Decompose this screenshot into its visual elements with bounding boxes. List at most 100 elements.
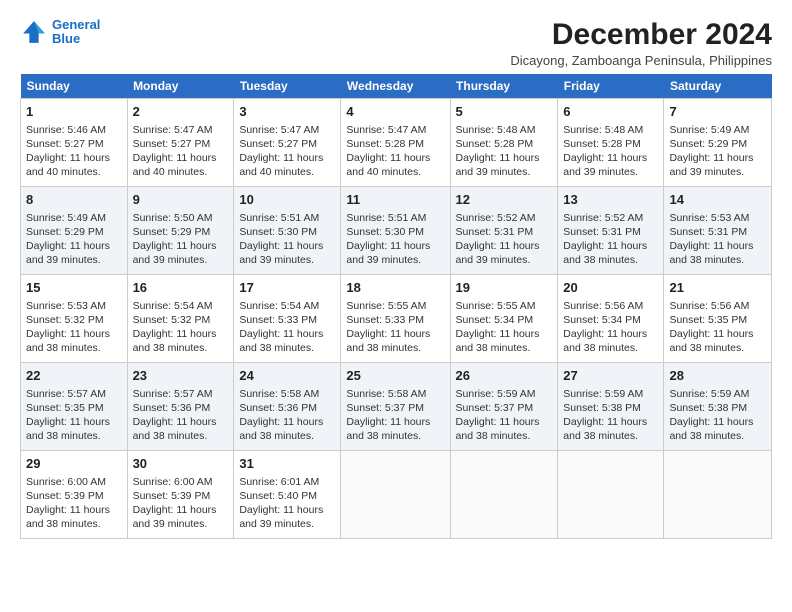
sunrise-label: Sunrise: 5:47 AM xyxy=(239,124,319,136)
table-row: 23 Sunrise: 5:57 AM Sunset: 5:36 PM Dayl… xyxy=(127,363,234,451)
day-number: 31 xyxy=(239,455,335,473)
sunset-label: Sunset: 5:28 PM xyxy=(563,138,641,150)
daylight-label: Daylight: 11 hours and 38 minutes. xyxy=(669,328,753,354)
sunset-label: Sunset: 5:40 PM xyxy=(239,490,317,502)
sunrise-label: Sunrise: 6:00 AM xyxy=(133,476,213,488)
day-number: 11 xyxy=(346,191,444,209)
table-row: 18 Sunrise: 5:55 AM Sunset: 5:33 PM Dayl… xyxy=(341,275,450,363)
table-row: 2 Sunrise: 5:47 AM Sunset: 5:27 PM Dayli… xyxy=(127,99,234,187)
day-number: 4 xyxy=(346,103,444,121)
sunset-label: Sunset: 5:34 PM xyxy=(563,314,641,326)
table-row: 27 Sunrise: 5:59 AM Sunset: 5:38 PM Dayl… xyxy=(558,363,664,451)
table-row: 31 Sunrise: 6:01 AM Sunset: 5:40 PM Dayl… xyxy=(234,451,341,539)
daylight-label: Daylight: 11 hours and 40 minutes. xyxy=(239,152,323,178)
table-row: 21 Sunrise: 5:56 AM Sunset: 5:35 PM Dayl… xyxy=(664,275,772,363)
header-sunday: Sunday xyxy=(21,74,128,99)
sunset-label: Sunset: 5:36 PM xyxy=(239,402,317,414)
day-number: 12 xyxy=(456,191,553,209)
day-number: 20 xyxy=(563,279,658,297)
table-row: 10 Sunrise: 5:51 AM Sunset: 5:30 PM Dayl… xyxy=(234,187,341,275)
location: Dicayong, Zamboanga Peninsula, Philippin… xyxy=(510,53,772,68)
calendar-week-row: 1 Sunrise: 5:46 AM Sunset: 5:27 PM Dayli… xyxy=(21,99,772,187)
table-row: 1 Sunrise: 5:46 AM Sunset: 5:27 PM Dayli… xyxy=(21,99,128,187)
sunrise-label: Sunrise: 5:49 AM xyxy=(669,124,749,136)
daylight-label: Daylight: 11 hours and 39 minutes. xyxy=(669,152,753,178)
month-title: December 2024 xyxy=(510,18,772,51)
day-number: 10 xyxy=(239,191,335,209)
table-row: 9 Sunrise: 5:50 AM Sunset: 5:29 PM Dayli… xyxy=(127,187,234,275)
daylight-label: Daylight: 11 hours and 38 minutes. xyxy=(346,416,430,442)
sunset-label: Sunset: 5:28 PM xyxy=(456,138,534,150)
sunrise-label: Sunrise: 5:57 AM xyxy=(133,388,213,400)
sunrise-label: Sunrise: 5:56 AM xyxy=(563,300,643,312)
sunrise-label: Sunrise: 5:56 AM xyxy=(669,300,749,312)
daylight-label: Daylight: 11 hours and 38 minutes. xyxy=(133,328,217,354)
sunrise-label: Sunrise: 5:46 AM xyxy=(26,124,106,136)
sunset-label: Sunset: 5:33 PM xyxy=(346,314,424,326)
table-row: 19 Sunrise: 5:55 AM Sunset: 5:34 PM Dayl… xyxy=(450,275,558,363)
sunset-label: Sunset: 5:29 PM xyxy=(26,226,104,238)
daylight-label: Daylight: 11 hours and 39 minutes. xyxy=(26,240,110,266)
sunrise-label: Sunrise: 5:48 AM xyxy=(456,124,536,136)
sunrise-label: Sunrise: 5:51 AM xyxy=(239,212,319,224)
table-row: 13 Sunrise: 5:52 AM Sunset: 5:31 PM Dayl… xyxy=(558,187,664,275)
daylight-label: Daylight: 11 hours and 39 minutes. xyxy=(456,240,540,266)
daylight-label: Daylight: 11 hours and 38 minutes. xyxy=(346,328,430,354)
sunrise-label: Sunrise: 6:00 AM xyxy=(26,476,106,488)
table-row: 11 Sunrise: 5:51 AM Sunset: 5:30 PM Dayl… xyxy=(341,187,450,275)
header-monday: Monday xyxy=(127,74,234,99)
sunset-label: Sunset: 5:38 PM xyxy=(563,402,641,414)
sunset-label: Sunset: 5:33 PM xyxy=(239,314,317,326)
logo: General Blue xyxy=(20,18,100,47)
day-number: 26 xyxy=(456,367,553,385)
daylight-label: Daylight: 11 hours and 38 minutes. xyxy=(563,240,647,266)
daylight-label: Daylight: 11 hours and 40 minutes. xyxy=(26,152,110,178)
day-number: 9 xyxy=(133,191,229,209)
daylight-label: Daylight: 11 hours and 38 minutes. xyxy=(26,504,110,530)
table-row: 20 Sunrise: 5:56 AM Sunset: 5:34 PM Dayl… xyxy=(558,275,664,363)
daylight-label: Daylight: 11 hours and 38 minutes. xyxy=(26,416,110,442)
day-number: 15 xyxy=(26,279,122,297)
day-number: 1 xyxy=(26,103,122,121)
sunrise-label: Sunrise: 5:54 AM xyxy=(133,300,213,312)
sunrise-label: Sunrise: 5:55 AM xyxy=(456,300,536,312)
sunrise-label: Sunrise: 5:57 AM xyxy=(26,388,106,400)
table-row: 14 Sunrise: 5:53 AM Sunset: 5:31 PM Dayl… xyxy=(664,187,772,275)
day-number: 13 xyxy=(563,191,658,209)
daylight-label: Daylight: 11 hours and 38 minutes. xyxy=(133,416,217,442)
table-row: 4 Sunrise: 5:47 AM Sunset: 5:28 PM Dayli… xyxy=(341,99,450,187)
daylight-label: Daylight: 11 hours and 38 minutes. xyxy=(456,328,540,354)
day-number: 2 xyxy=(133,103,229,121)
header: General Blue December 2024 Dicayong, Zam… xyxy=(20,18,772,68)
sunset-label: Sunset: 5:30 PM xyxy=(346,226,424,238)
title-block: December 2024 Dicayong, Zamboanga Penins… xyxy=(510,18,772,68)
sunrise-label: Sunrise: 5:59 AM xyxy=(456,388,536,400)
daylight-label: Daylight: 11 hours and 38 minutes. xyxy=(239,328,323,354)
day-number: 5 xyxy=(456,103,553,121)
daylight-label: Daylight: 11 hours and 38 minutes. xyxy=(456,416,540,442)
table-row xyxy=(450,451,558,539)
daylight-label: Daylight: 11 hours and 38 minutes. xyxy=(669,416,753,442)
sunrise-label: Sunrise: 5:59 AM xyxy=(669,388,749,400)
sunset-label: Sunset: 5:32 PM xyxy=(26,314,104,326)
sunrise-label: Sunrise: 6:01 AM xyxy=(239,476,319,488)
sunset-label: Sunset: 5:32 PM xyxy=(133,314,211,326)
sunrise-label: Sunrise: 5:47 AM xyxy=(133,124,213,136)
sunset-label: Sunset: 5:27 PM xyxy=(26,138,104,150)
day-number: 17 xyxy=(239,279,335,297)
sunrise-label: Sunrise: 5:59 AM xyxy=(563,388,643,400)
table-row xyxy=(558,451,664,539)
calendar-week-row: 22 Sunrise: 5:57 AM Sunset: 5:35 PM Dayl… xyxy=(21,363,772,451)
logo-line1: General xyxy=(52,17,100,32)
table-row: 29 Sunrise: 6:00 AM Sunset: 5:39 PM Dayl… xyxy=(21,451,128,539)
daylight-label: Daylight: 11 hours and 38 minutes. xyxy=(26,328,110,354)
sunrise-label: Sunrise: 5:52 AM xyxy=(456,212,536,224)
sunrise-label: Sunrise: 5:51 AM xyxy=(346,212,426,224)
day-number: 8 xyxy=(26,191,122,209)
daylight-label: Daylight: 11 hours and 39 minutes. xyxy=(239,240,323,266)
header-tuesday: Tuesday xyxy=(234,74,341,99)
sunrise-label: Sunrise: 5:47 AM xyxy=(346,124,426,136)
sunset-label: Sunset: 5:29 PM xyxy=(669,138,747,150)
day-number: 25 xyxy=(346,367,444,385)
sunrise-label: Sunrise: 5:50 AM xyxy=(133,212,213,224)
